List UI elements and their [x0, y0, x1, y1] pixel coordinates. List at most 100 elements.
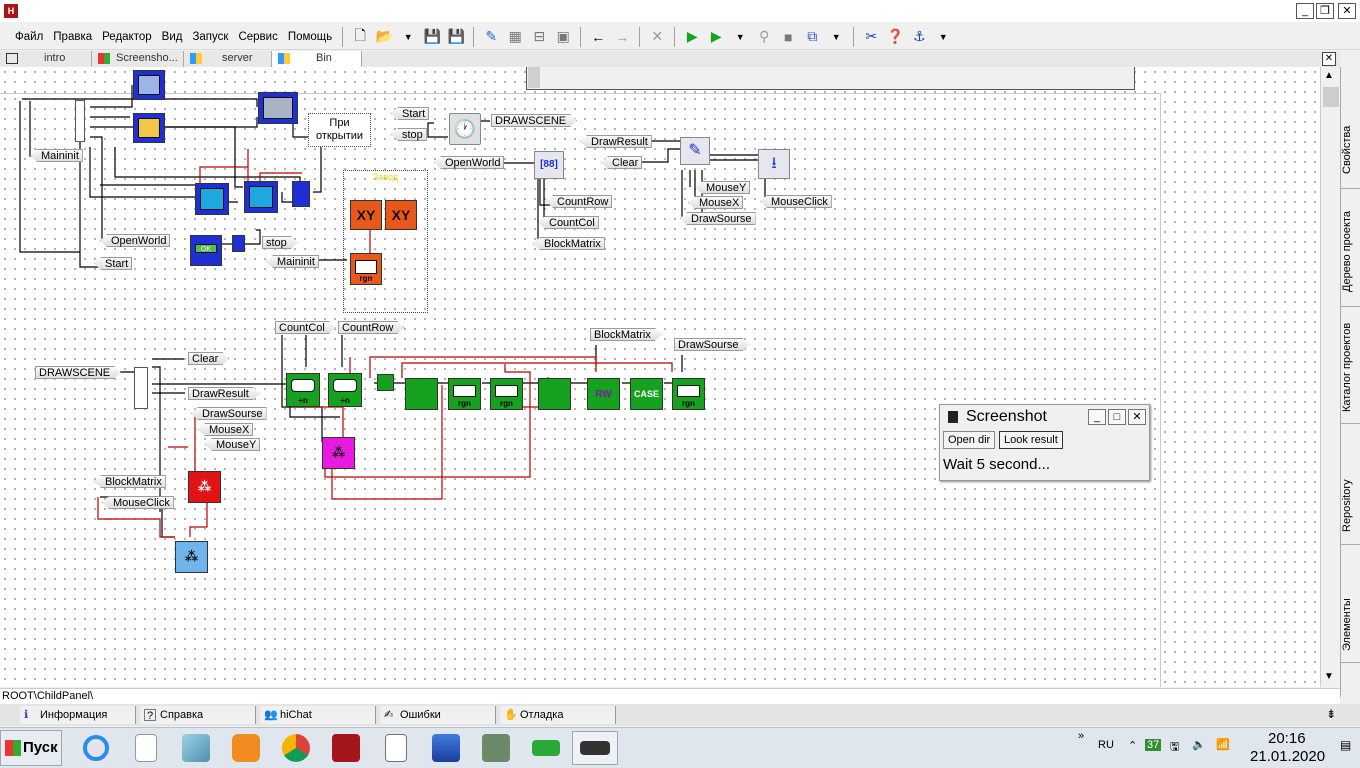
tab-screenshot[interactable]: Screensho...: [92, 51, 184, 67]
clock-time[interactable]: 20:16: [1268, 730, 1306, 747]
label-clear[interactable]: Clear: [601, 156, 643, 169]
panel-component[interactable]: [195, 183, 229, 215]
clock-timer-icon[interactable]: 🕐: [449, 113, 481, 145]
label-blockmatrix[interactable]: BlockMatrix: [590, 328, 662, 341]
center-icon[interactable]: ⊟: [529, 27, 549, 47]
close-tab-button[interactable]: ✕: [1322, 52, 1336, 66]
dropdown-arrow-icon[interactable]: ▼: [398, 27, 418, 47]
compile-icon[interactable]: ⧉: [802, 27, 822, 47]
hub-block[interactable]: [75, 100, 85, 142]
menu-service[interactable]: Сервис: [233, 31, 282, 43]
undo-icon[interactable]: ←: [588, 27, 608, 47]
label-drawsourse[interactable]: DrawSourse: [680, 212, 756, 225]
label-maininit[interactable]: Maininit: [30, 149, 83, 162]
menu-view[interactable]: Вид: [157, 31, 188, 43]
chip-icon[interactable]: [572, 731, 618, 765]
label-countrow[interactable]: CountRow: [338, 321, 404, 334]
timer-component[interactable]: [133, 113, 165, 143]
ie-icon[interactable]: [76, 731, 116, 765]
label-drawresult[interactable]: DrawResult: [188, 387, 260, 400]
menu-edit[interactable]: Правка: [48, 31, 97, 43]
anchor-icon[interactable]: ⚓: [909, 27, 929, 47]
link-component[interactable]: [232, 235, 245, 252]
panel-component[interactable]: [244, 181, 278, 213]
dialog-minimize-button[interactable]: _: [1088, 409, 1106, 425]
dropdown-arrow-icon[interactable]: ▼: [826, 27, 846, 47]
schema-canvas[interactable]: Maininit При открытии OpenWorld Start OK…: [0, 67, 1340, 687]
clock-date[interactable]: 21.01.2020: [1250, 748, 1325, 765]
resize-grip-icon[interactable]: ⇟: [1326, 707, 1336, 721]
branch-component[interactable]: ⁂: [322, 437, 355, 469]
sidebar-item-project-catalog[interactable]: Каталог проектов: [1341, 312, 1360, 424]
xy-component[interactable]: XY: [350, 200, 382, 230]
label-maininit[interactable]: Maininit: [266, 255, 319, 268]
dialog-close-button[interactable]: ✕: [1128, 409, 1146, 425]
show-hidden-icon[interactable]: »: [1078, 730, 1084, 742]
look-result-button[interactable]: Look result: [999, 431, 1063, 449]
matrix-component[interactable]: [88]: [534, 151, 564, 179]
button-component[interactable]: OK: [190, 235, 222, 266]
region-component[interactable]: rgn: [448, 378, 481, 410]
redo-icon[interactable]: →: [612, 27, 632, 47]
media-icon[interactable]: [226, 731, 266, 765]
hub-block[interactable]: [134, 367, 148, 409]
label-blockmatrix[interactable]: BlockMatrix: [94, 475, 166, 488]
tab-info[interactable]: ℹ Информация: [20, 706, 136, 724]
label-openworld[interactable]: OpenWorld: [100, 234, 171, 247]
case-component[interactable]: CASE: [630, 378, 663, 410]
branch-component[interactable]: ⁂: [188, 471, 221, 503]
vertical-scrollbar[interactable]: ▲ ▼: [1320, 67, 1340, 687]
tray-expand-icon[interactable]: ⌃: [1128, 739, 1137, 752]
menu-file[interactable]: Файл: [10, 31, 48, 43]
docx-icon[interactable]: [376, 731, 416, 765]
label-start[interactable]: Start: [94, 257, 133, 270]
stop-icon[interactable]: ■: [778, 27, 798, 47]
tab-bin[interactable]: Bin: [272, 51, 362, 67]
point-component[interactable]: [538, 378, 571, 410]
tray-badge[interactable]: 37: [1145, 739, 1162, 751]
sidebar-item-project-tree[interactable]: Дерево проекта: [1341, 197, 1360, 307]
sidebar-item-elements[interactable]: Элементы: [1341, 587, 1360, 663]
label-stop[interactable]: stop: [391, 128, 427, 141]
debug-run-icon[interactable]: ▶: [706, 27, 726, 47]
tab-errors[interactable]: ✍ Ошибки: [380, 706, 496, 724]
menu-help[interactable]: Помощь: [283, 31, 337, 43]
tab-intro[interactable]: intro: [0, 51, 92, 67]
label-mousex[interactable]: MouseX: [198, 423, 254, 436]
label-blockmatrix[interactable]: BlockMatrix: [533, 237, 605, 250]
label-drawresult[interactable]: DrawResult: [580, 135, 652, 148]
label-drawsourse[interactable]: DrawSourse: [674, 338, 750, 351]
label-drawsourse[interactable]: DrawSourse: [191, 407, 267, 420]
volume-icon[interactable]: 🔈: [1192, 738, 1206, 751]
open-dir-button[interactable]: Open dir: [943, 431, 996, 449]
tab-hichat[interactable]: 👥 hiChat: [260, 706, 376, 724]
scroll-up-icon[interactable]: ▲: [1324, 70, 1334, 81]
label-drawscene[interactable]: DRAWSCENE: [491, 114, 577, 127]
new-file-icon[interactable]: 🗋: [350, 27, 370, 47]
label-start[interactable]: Start: [391, 107, 430, 120]
paint-component[interactable]: ✎: [680, 137, 710, 165]
label-mouseclick[interactable]: MouseClick: [760, 195, 832, 208]
usb-icon[interactable]: 🖫: [1170, 738, 1179, 757]
dropdown-arrow-icon[interactable]: ▼: [730, 27, 750, 47]
dropdown-arrow-icon[interactable]: ▼: [933, 27, 953, 47]
dialog-maximize-button[interactable]: □: [1108, 409, 1126, 425]
scroll-down-icon[interactable]: ▼: [1324, 671, 1334, 682]
region-component[interactable]: rgn: [350, 253, 382, 285]
align-icon[interactable]: ▦: [505, 27, 525, 47]
label-stop[interactable]: stop: [262, 236, 298, 249]
label-mousey[interactable]: MouseY: [205, 438, 261, 451]
region-component[interactable]: rgn: [490, 378, 523, 410]
label-clear[interactable]: Clear: [188, 352, 229, 365]
delete-icon[interactable]: ✕: [647, 27, 667, 47]
label-countcol[interactable]: CountCol: [538, 216, 599, 229]
run-icon[interactable]: ▶: [682, 27, 702, 47]
open-folder-icon[interactable]: 📂: [374, 27, 394, 47]
restore-button[interactable]: ❐: [1316, 3, 1334, 19]
save-icon[interactable]: 💾: [422, 27, 442, 47]
help-icon[interactable]: ❓: [885, 27, 905, 47]
language-indicator[interactable]: RU: [1098, 739, 1114, 751]
tab-debug[interactable]: ✋ Отладка: [500, 706, 616, 724]
notifications-icon[interactable]: ▤: [1340, 738, 1358, 758]
xy-component[interactable]: XY: [385, 200, 417, 230]
